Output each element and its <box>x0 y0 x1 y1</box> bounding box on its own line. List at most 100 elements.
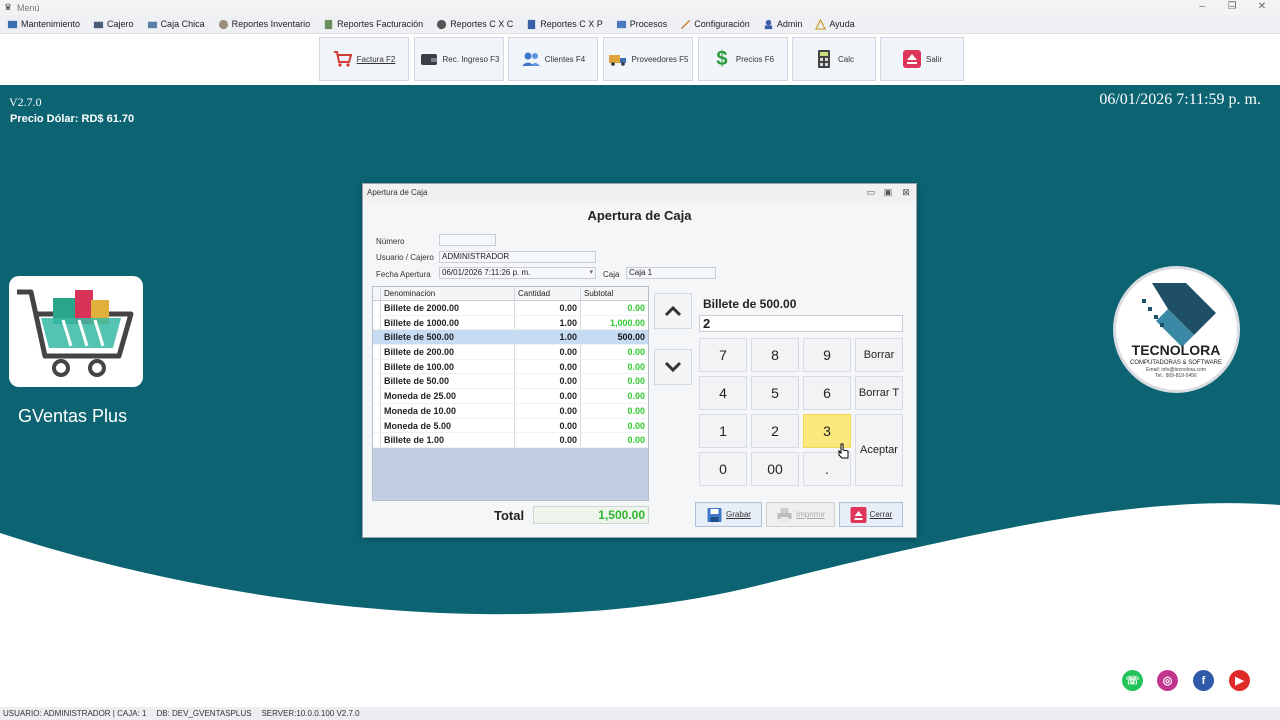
borrar-todo-button[interactable]: Borrar T <box>855 376 903 410</box>
key-1[interactable]: 1 <box>699 414 747 448</box>
rec-ingreso-button[interactable]: Rec. Ingreso F3 <box>414 37 504 81</box>
calc-button[interactable]: Calc <box>792 37 876 81</box>
table-row[interactable]: Billete de 100.00 0.00 0.00 <box>373 359 648 375</box>
youtube-icon[interactable]: ▶ <box>1229 670 1250 691</box>
caja-field[interactable]: Caja 1 <box>626 267 716 279</box>
report-icon <box>324 19 333 29</box>
close-button[interactable]: ✕ <box>1247 0 1277 15</box>
whatsapp-icon[interactable]: ☏ <box>1122 670 1143 691</box>
menu-reportes-cxp[interactable]: Reportes C X P <box>519 15 609 34</box>
column-header-subtotal[interactable]: Subtotal <box>581 287 648 300</box>
table-row[interactable]: Billete de 200.00 0.00 0.00 <box>373 345 648 360</box>
clientes-button[interactable]: Clientes F4 <box>508 37 598 81</box>
table-row[interactable]: Moneda de 5.00 0.00 0.00 <box>373 418 648 434</box>
menu-configuracion[interactable]: Configuración <box>673 15 756 34</box>
instagram-icon[interactable]: ◎ <box>1157 670 1178 691</box>
key-2[interactable]: 2 <box>751 414 799 448</box>
total-value: 1,500.00 <box>533 506 649 524</box>
usuario-field[interactable]: ADMINISTRADOR <box>439 251 596 263</box>
key-9[interactable]: 9 <box>803 338 851 372</box>
table-row[interactable]: Moneda de 10.00 0.00 0.00 <box>373 403 648 419</box>
dialog-close-button[interactable]: ⊠ <box>900 186 912 198</box>
menu-admin[interactable]: Admin <box>756 15 809 34</box>
menu-ayuda[interactable]: Ayuda <box>808 15 860 34</box>
dollar-icon: $ <box>716 48 728 70</box>
imprimir-button[interactable]: Imprimir <box>766 502 835 527</box>
numero-field[interactable] <box>439 234 496 246</box>
menu-mantenimiento[interactable]: Mantenimiento <box>0 15 86 34</box>
key-4[interactable]: 4 <box>699 376 747 410</box>
eject-icon <box>850 506 867 523</box>
salir-button[interactable]: Salir <box>880 37 964 81</box>
dialog-maximize-button[interactable]: ▣ <box>882 186 894 198</box>
keypad-title: Billete de 500.00 <box>703 297 797 311</box>
caja-label: Caja <box>603 270 620 279</box>
wallet-icon <box>420 54 437 65</box>
minimize-icon[interactable]: ‒ <box>1187 0 1217 15</box>
key-5[interactable]: 5 <box>751 376 799 410</box>
key-8[interactable]: 8 <box>751 338 799 372</box>
borrar-button[interactable]: Borrar <box>855 338 903 372</box>
cell-cantidad[interactable]: 0.00 <box>515 403 581 418</box>
keypad-display[interactable]: 2 <box>699 315 903 332</box>
key-0[interactable]: 0 <box>699 452 747 486</box>
precios-button[interactable]: $ Precios F6 <box>698 37 788 81</box>
table-row[interactable]: Billete de 50.00 0.00 0.00 <box>373 374 648 390</box>
fecha-dropdown[interactable]: 06/01/2026 7:11:26 p. m. ▾ <box>439 267 596 279</box>
row-selector <box>373 433 381 447</box>
cerrar-button[interactable]: Cerrar <box>839 502 903 527</box>
grid-body: Billete de 2000.00 0.00 0.00 Billete de 100… <box>373 301 648 448</box>
move-down-button[interactable] <box>654 349 692 385</box>
column-header-denominacion[interactable]: Denominacion <box>381 287 515 300</box>
cell-subtotal: 0.00 <box>627 303 645 313</box>
table-row[interactable]: Billete de 1.00 0.00 0.00 <box>373 433 648 448</box>
key-6[interactable]: 6 <box>803 376 851 410</box>
menu-procesos[interactable]: Procesos <box>609 15 674 34</box>
cell-denominacion: Billete de 100.00 <box>381 359 515 374</box>
proveedores-button[interactable]: Proveedores F5 <box>603 37 693 81</box>
aceptar-button[interactable]: Aceptar <box>855 414 903 486</box>
cell-subtotal: 0.00 <box>627 376 645 387</box>
status-user: USUARIO: ADMINISTRADOR | CAJA: 1 <box>3 709 147 718</box>
grabar-button[interactable]: Grabar <box>695 502 762 527</box>
column-header-cantidad[interactable]: Cantidad <box>515 287 581 300</box>
move-up-button[interactable] <box>654 293 692 329</box>
cell-cantidad[interactable]: 0.00 <box>515 301 581 315</box>
version-label: V2.7.0 <box>9 95 42 109</box>
menu-caja-chica[interactable]: Caja Chica <box>140 15 211 34</box>
factura-button[interactable]: Factura F2 <box>319 37 409 81</box>
menu-reportes-cxc[interactable]: Reportes C X C <box>429 15 519 34</box>
usuario-label: Usuario / Cajero <box>376 253 434 262</box>
key-00[interactable]: 00 <box>751 452 799 486</box>
dialog-minimize-button[interactable]: ▭ <box>865 186 877 198</box>
maximize-button[interactable]: ❐ <box>1217 0 1247 15</box>
cell-subtotal: 1,000.00 <box>609 317 645 328</box>
menu-reportes-facturacion[interactable]: Reportes Facturación <box>316 15 429 34</box>
cell-cantidad[interactable]: 1.00 <box>515 330 581 345</box>
cell-cantidad[interactable]: 0.00 <box>515 345 581 359</box>
cell-denominacion: Billete de 50.00 <box>381 374 515 389</box>
cell-cantidad[interactable]: 0.00 <box>515 389 581 403</box>
facebook-icon[interactable]: f <box>1193 670 1214 691</box>
table-row[interactable]: Billete de 1000.00 1.00 1,000.00 <box>373 315 648 331</box>
cell-denominacion: Billete de 1000.00 <box>381 315 515 330</box>
table-row[interactable]: Billete de 2000.00 0.00 0.00 <box>373 301 648 316</box>
menu-cajero[interactable]: Cajero <box>86 15 140 34</box>
denominations-grid: Denominacion Cantidad Subtotal Billete d… <box>372 286 649 501</box>
cell-subtotal: 0.00 <box>627 347 645 358</box>
key-7[interactable]: 7 <box>699 338 747 372</box>
cell-cantidad[interactable]: 0.00 <box>515 374 581 389</box>
calculator-icon <box>817 50 830 68</box>
cell-cantidad[interactable]: 0.00 <box>515 359 581 374</box>
cell-cantidad[interactable]: 1.00 <box>515 315 581 330</box>
config-icon <box>681 19 691 29</box>
cell-cantidad[interactable]: 0.00 <box>515 433 581 447</box>
row-selector <box>373 345 381 359</box>
gventas-logo[interactable] <box>9 276 143 387</box>
menu-reportes-inventario[interactable]: Reportes Inventario <box>211 15 317 34</box>
cell-cantidad[interactable]: 0.00 <box>515 418 581 433</box>
table-row[interactable]: Billete de 500.00 1.00 500.00 <box>373 330 648 346</box>
row-selector <box>373 374 381 389</box>
table-row[interactable]: Moneda de 25.00 0.00 0.00 <box>373 389 648 404</box>
status-bar: USUARIO: ADMINISTRADOR | CAJA: 1 DB: DEV… <box>0 707 1280 720</box>
